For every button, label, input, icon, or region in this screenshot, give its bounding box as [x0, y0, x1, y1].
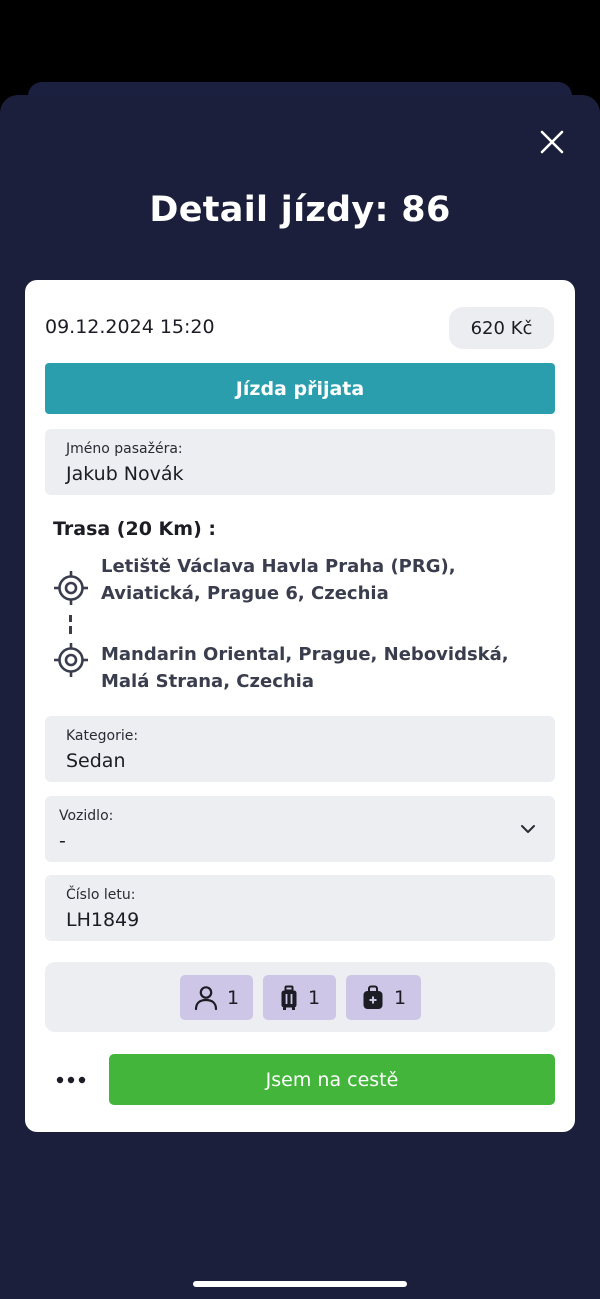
hand-luggage-count: 1: [393, 986, 407, 1009]
vehicle-label: Vozidlo:: [59, 808, 114, 824]
category-value: Sedan: [66, 750, 126, 772]
flight-number-field: Číslo letu: LH1849: [45, 875, 555, 941]
passenger-name-value: Jakub Novák: [66, 463, 184, 485]
hand-luggage-count-chip: 1: [346, 975, 421, 1020]
on-my-way-button[interactable]: Jsem na cestě: [109, 1054, 555, 1105]
passenger-name-label: Jméno pasažéra:: [66, 441, 183, 457]
status-banner: Jízda přijata: [45, 363, 555, 414]
passenger-count-chip: 1: [180, 975, 253, 1020]
category-field: Kategorie: Sedan: [45, 716, 555, 782]
dropoff-location-icon: [54, 643, 88, 677]
route-connector: [69, 615, 72, 634]
passenger-count: 1: [226, 986, 240, 1009]
vehicle-select[interactable]: Vozidlo: -: [45, 796, 555, 862]
dropoff-address: Mandarin Oriental, Prague, Nebovidská, M…: [101, 641, 541, 695]
chevron-down-icon: [521, 825, 535, 833]
pickup-location-icon: [54, 571, 88, 605]
ride-datetime: 09.12.2024 15:20: [45, 316, 215, 338]
pickup-address-line2: Aviatická, Prague 6, Czechia: [101, 583, 389, 604]
close-icon: [540, 130, 564, 154]
route-title: Trasa (20 Km) :: [53, 518, 216, 540]
backpack-icon: [363, 985, 383, 1009]
pickup-address: Letiště Václava Havla Praha (PRG), Aviat…: [101, 553, 541, 607]
home-indicator: [193, 1281, 407, 1287]
vehicle-value: -: [59, 830, 66, 852]
passenger-name-field: Jméno pasažéra: Jakub Novák: [45, 429, 555, 495]
price-badge: 620 Kč: [449, 307, 554, 349]
ride-card: 09.12.2024 15:20 620 Kč Jízda přijata Jm…: [25, 280, 575, 1132]
page-title: Detail jízdy: 86: [149, 190, 451, 230]
luggage-count-chip: 1: [263, 975, 336, 1020]
more-dots-icon: [56, 1076, 86, 1084]
dropoff-address-line2: Malá Strana, Czechia: [101, 671, 314, 692]
pickup-address-line1: Letiště Václava Havla Praha (PRG),: [101, 556, 456, 577]
suitcase-icon: [281, 985, 297, 1010]
close-button[interactable]: [534, 124, 570, 160]
flight-number-value: LH1849: [66, 909, 140, 931]
luggage-count: 1: [307, 986, 321, 1009]
ride-counts: 1 1 1: [45, 962, 555, 1032]
flight-number-label: Číslo letu:: [66, 887, 136, 903]
dropoff-address-line1: Mandarin Oriental, Prague, Nebovidská,: [101, 644, 509, 665]
more-options-button[interactable]: [49, 1065, 93, 1095]
category-label: Kategorie:: [66, 728, 139, 744]
person-icon: [194, 985, 218, 1010]
